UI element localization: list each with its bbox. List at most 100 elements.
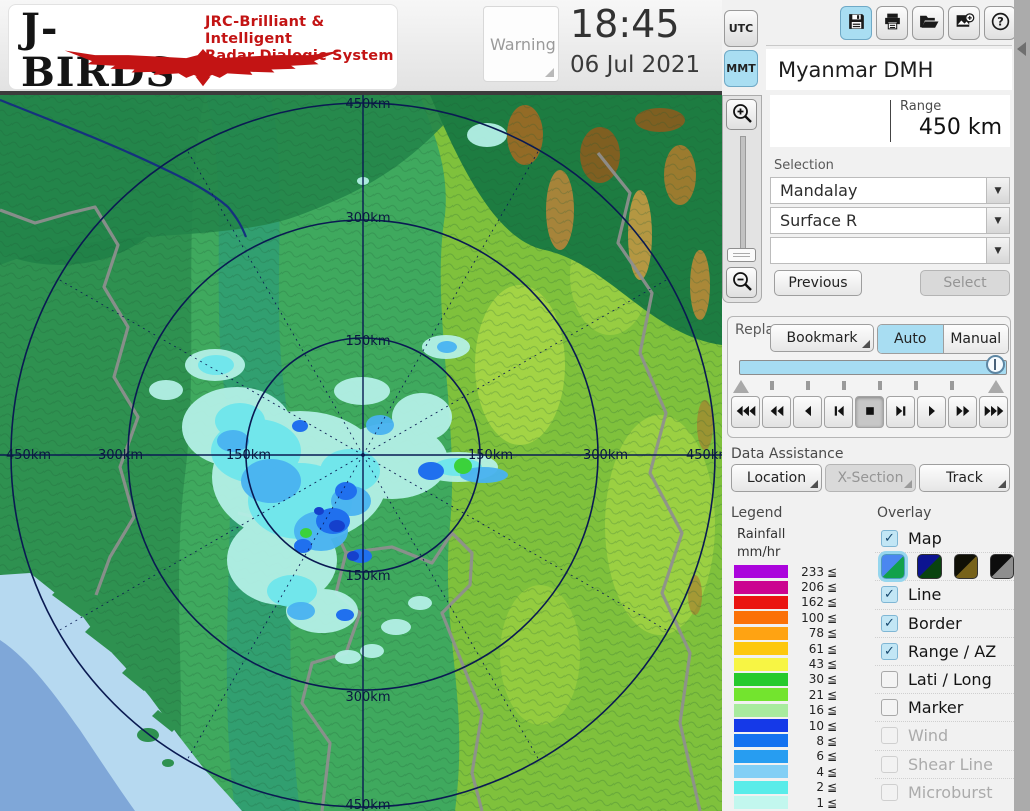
bookmark-button[interactable]: Bookmark: [770, 324, 874, 352]
radar-map[interactable]: 450km 300km 150km 150km 300km 450km 450k…: [0, 95, 722, 811]
timeline-tick: [842, 381, 846, 390]
replay-timeline-slider[interactable]: [739, 360, 1007, 375]
print-button[interactable]: [876, 6, 908, 40]
zoom-in-icon: [730, 101, 754, 128]
overlay-item-label: Range / AZ: [898, 642, 996, 661]
legend-value: 10: [788, 719, 824, 733]
checkbox-map[interactable]: ✓: [881, 530, 898, 547]
range-label: 300km: [583, 448, 628, 463]
overlay-item-border[interactable]: ✓Border: [875, 609, 1014, 637]
header-divider: [0, 91, 762, 95]
play-forward-button[interactable]: [917, 396, 946, 428]
legend-swatch: [734, 765, 788, 778]
collapse-arrow-icon: [1017, 42, 1026, 56]
save-button[interactable]: [840, 6, 872, 40]
checkbox-line[interactable]: ✓: [881, 586, 898, 603]
zoom-slider-handle[interactable]: [727, 248, 756, 262]
range-label: 300km: [98, 448, 143, 463]
legend-row: 4≦: [734, 764, 854, 779]
selection-dropdown-product[interactable]: Surface R ▼: [770, 207, 1010, 234]
legend-row: 6≦: [734, 749, 854, 764]
legend-quantity: Rainfall: [737, 527, 785, 542]
logo: J-BIRDS JRC-Brilliant & Intelligent Rada…: [8, 4, 398, 90]
legend-value: 43: [788, 657, 824, 671]
step-backward-icon: [828, 405, 850, 420]
overlay-item-label: Marker: [898, 698, 963, 717]
legend-value: 21: [788, 688, 824, 702]
legend-row: 162≦: [734, 595, 854, 610]
timezone-utc-button[interactable]: UTC: [724, 10, 758, 47]
checkbox-marker[interactable]: [881, 699, 898, 716]
zoom-out-icon: [730, 269, 754, 296]
legend-comparator: ≦: [824, 780, 837, 794]
play-forward-icon: [921, 405, 943, 420]
save-icon: [846, 11, 867, 36]
legend-swatch: [734, 704, 788, 717]
track-button[interactable]: Track: [919, 464, 1010, 492]
timezone-mmt-button[interactable]: MMT: [724, 50, 758, 87]
zoom-slider[interactable]: [740, 136, 746, 250]
legend-swatch: [734, 581, 788, 594]
panel-collapse-strip[interactable]: [1014, 0, 1030, 811]
overlay-item-line[interactable]: ✓Line: [875, 580, 1014, 608]
legend-row: 78≦: [734, 626, 854, 641]
overlay-item-map[interactable]: ✓Map: [875, 524, 1014, 552]
manual-mode-button[interactable]: Manual: [944, 325, 1009, 353]
forward-button[interactable]: [948, 396, 977, 428]
map-style-black-gray[interactable]: [990, 554, 1014, 579]
timeline-tick: [770, 381, 774, 390]
selection-dropdown-extra[interactable]: ▼: [770, 237, 1010, 264]
overlay-label: Overlay: [877, 505, 931, 521]
overlay-item-range-az[interactable]: ✓Range / AZ: [875, 637, 1014, 665]
chevron-down-icon[interactable]: ▼: [986, 208, 1009, 233]
overlay-item-lati-long[interactable]: Lati / Long: [875, 665, 1014, 693]
play-backward-button[interactable]: [793, 396, 822, 428]
zoom-in-button[interactable]: [726, 99, 757, 130]
checkbox-lati-long[interactable]: [881, 671, 898, 688]
map-style-blue-green[interactable]: [881, 554, 905, 579]
checkbox-border[interactable]: ✓: [881, 615, 898, 632]
map-style-navy-darkgreen[interactable]: [917, 554, 941, 579]
header: J-BIRDS JRC-Brilliant & Intelligent Rada…: [0, 0, 765, 92]
fast-rewind-button[interactable]: [731, 396, 760, 428]
rewind-button[interactable]: [762, 396, 791, 428]
legend-value: 78: [788, 626, 824, 640]
legend-comparator: ≦: [824, 595, 837, 609]
legend-row: 1≦: [734, 795, 854, 810]
checkbox-range-az[interactable]: ✓: [881, 643, 898, 660]
legend-row: 30≦: [734, 672, 854, 687]
step-forward-button[interactable]: [886, 396, 915, 428]
chevron-down-icon[interactable]: ▼: [986, 238, 1009, 263]
stop-button[interactable]: [855, 396, 884, 428]
checkbox-shear-line: [881, 756, 898, 773]
chevron-down-icon[interactable]: ▼: [986, 178, 1009, 203]
capture-button[interactable]: [948, 6, 980, 40]
auto-mode-button[interactable]: Auto: [878, 325, 944, 353]
map-style-black-olive[interactable]: [954, 554, 978, 579]
legend-row: 100≦: [734, 610, 854, 625]
selection-label: Selection: [774, 158, 834, 173]
legend-swatch: [734, 627, 788, 640]
timeline-tick: [806, 381, 810, 390]
help-button[interactable]: ?: [984, 6, 1016, 40]
fast-forward-button[interactable]: [979, 396, 1008, 428]
warning-button[interactable]: Warning: [483, 6, 559, 82]
legend-value: 206: [788, 580, 824, 594]
location-button[interactable]: Location: [731, 464, 822, 492]
legend-value: 233: [788, 565, 824, 579]
overlay-item-shear-line: Shear Line: [875, 750, 1014, 778]
replay-slider-handle[interactable]: [986, 355, 1005, 374]
open-folder-button[interactable]: [912, 6, 944, 40]
legend-row: 16≦: [734, 703, 854, 718]
zoom-out-button[interactable]: [726, 267, 757, 298]
jbirds-app: 450km 300km 150km 150km 300km 450km 450k…: [0, 0, 1030, 811]
forward-icon: [952, 405, 974, 420]
timeline-end-marker: [988, 380, 1004, 393]
step-backward-button[interactable]: [824, 396, 853, 428]
previous-button[interactable]: Previous: [774, 270, 862, 296]
selection-dropdown-site[interactable]: Mandalay ▼: [770, 177, 1010, 204]
legend-unit: mm/hr: [737, 545, 780, 560]
legend-row: 206≦: [734, 579, 854, 594]
overlay-item-marker[interactable]: Marker: [875, 693, 1014, 721]
legend-label: Legend: [731, 505, 782, 521]
